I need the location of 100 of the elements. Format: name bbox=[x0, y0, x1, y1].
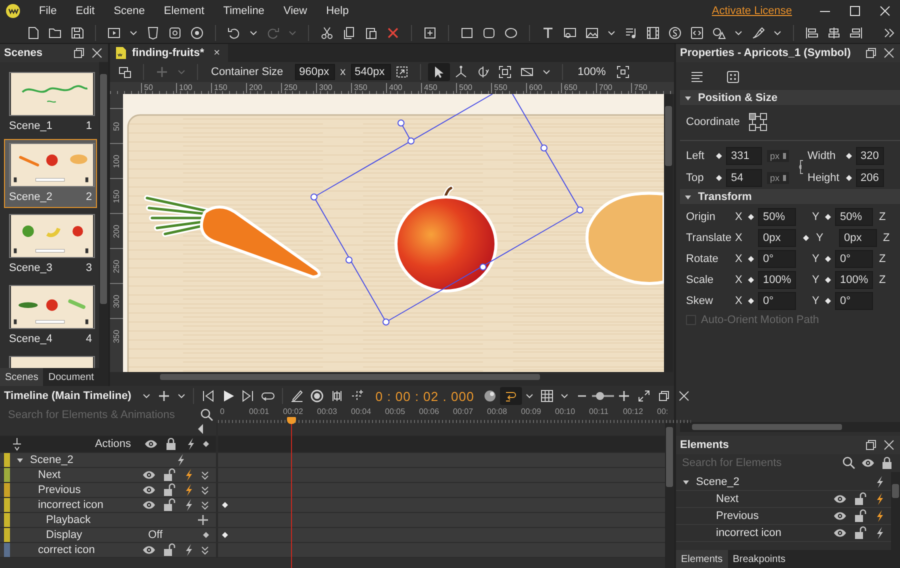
keyframe-icon[interactable] bbox=[844, 152, 853, 160]
scrollbar[interactable] bbox=[664, 94, 673, 372]
bubble-icon[interactable] bbox=[483, 389, 498, 403]
value-field[interactable]: 0px bbox=[758, 228, 796, 246]
menu-item[interactable]: File bbox=[32, 3, 64, 19]
value-field[interactable]: 50% bbox=[758, 208, 796, 226]
maximize-icon[interactable] bbox=[848, 4, 862, 18]
play-icon[interactable] bbox=[221, 389, 236, 403]
select-tool-button[interactable] bbox=[428, 63, 450, 81]
keyframe-icon[interactable] bbox=[715, 174, 723, 182]
cut-icon[interactable] bbox=[320, 26, 334, 40]
video-icon[interactable] bbox=[646, 26, 660, 40]
keyframe-icon[interactable] bbox=[824, 212, 832, 220]
keyframe-icon[interactable] bbox=[747, 296, 755, 304]
ellipse-tool-icon[interactable] bbox=[504, 26, 518, 40]
lock-icon[interactable] bbox=[162, 468, 176, 482]
layer-name[interactable]: Previous bbox=[38, 484, 81, 496]
music-list-icon[interactable] bbox=[624, 26, 638, 40]
sparkle-icon[interactable] bbox=[350, 389, 364, 403]
edit-icon[interactable] bbox=[290, 389, 304, 403]
lock-icon[interactable] bbox=[853, 492, 867, 506]
expand-triangle-icon[interactable] bbox=[682, 478, 690, 486]
layer-name[interactable]: Display bbox=[46, 529, 82, 541]
panel-tab[interactable]: Scenes bbox=[0, 368, 44, 386]
keyframe-icon[interactable] bbox=[824, 276, 832, 284]
close-tab-button[interactable]: × bbox=[212, 47, 222, 59]
save-icon[interactable] bbox=[70, 26, 84, 40]
undo-icon[interactable] bbox=[227, 26, 241, 40]
fit-size-icon[interactable] bbox=[394, 65, 409, 79]
unit-dropdown[interactable]: px bbox=[767, 172, 789, 184]
layout-view-icon[interactable] bbox=[726, 70, 740, 84]
menu-item[interactable]: View bbox=[276, 3, 314, 19]
layer-header[interactable]: Previous bbox=[0, 483, 218, 497]
restore-icon[interactable] bbox=[72, 46, 86, 60]
lock-icon[interactable] bbox=[853, 526, 867, 540]
panel-tab[interactable]: Breakpoints bbox=[728, 550, 790, 568]
paste-icon[interactable] bbox=[364, 26, 378, 40]
scrollbar[interactable] bbox=[99, 62, 108, 368]
close-icon[interactable] bbox=[677, 389, 692, 403]
rotate-tool-icon[interactable] bbox=[476, 65, 490, 79]
close-icon[interactable] bbox=[90, 46, 104, 60]
shield-icon[interactable] bbox=[146, 26, 160, 40]
add-icon[interactable] bbox=[157, 389, 172, 403]
preview-icon[interactable] bbox=[107, 26, 121, 40]
rounded-square-icon[interactable] bbox=[168, 26, 182, 40]
layer-header[interactable]: Playback bbox=[0, 513, 218, 527]
search-icon[interactable] bbox=[200, 408, 214, 422]
layer-name[interactable]: incorrect icon bbox=[38, 499, 104, 511]
menu-item[interactable]: Edit bbox=[68, 3, 102, 19]
image-icon[interactable] bbox=[585, 26, 599, 40]
search-icon[interactable] bbox=[842, 456, 856, 470]
lock-icon[interactable] bbox=[162, 498, 176, 512]
coin-icon[interactable] bbox=[668, 26, 682, 40]
expand-caret-icon[interactable] bbox=[200, 484, 210, 496]
copy-icon[interactable] bbox=[342, 26, 356, 40]
code-icon[interactable] bbox=[690, 26, 704, 40]
repeat-button[interactable] bbox=[500, 387, 522, 405]
fit-screen-icon[interactable] bbox=[616, 65, 630, 79]
panel-tab[interactable]: Elements bbox=[676, 550, 728, 568]
certificate-icon[interactable] bbox=[563, 26, 577, 40]
layer-name[interactable]: Scene_2 bbox=[30, 454, 74, 466]
value-field[interactable]: 0px bbox=[839, 228, 877, 246]
layer-header[interactable]: correct icon bbox=[0, 543, 218, 557]
lock-icon[interactable] bbox=[164, 437, 178, 451]
panel-tab[interactable]: Document bbox=[43, 368, 99, 386]
element-name[interactable]: Scene_2 bbox=[696, 476, 740, 488]
value-field[interactable]: 100% bbox=[835, 270, 873, 288]
section-title[interactable]: Transform bbox=[698, 190, 752, 202]
close-icon[interactable] bbox=[882, 438, 896, 452]
crop-tool-icon[interactable] bbox=[520, 65, 534, 79]
responsive-view-icon[interactable] bbox=[118, 65, 132, 79]
keyframe-icon[interactable] bbox=[844, 174, 853, 182]
element-name[interactable]: incorrect icon bbox=[716, 527, 782, 539]
zoom-in-icon[interactable] bbox=[617, 389, 632, 403]
width-field[interactable]: 960px bbox=[295, 64, 336, 80]
circle-dot-icon[interactable] bbox=[190, 26, 204, 40]
height-field[interactable]: 540px bbox=[350, 64, 391, 80]
scene-item[interactable]: Scene_1 1 bbox=[4, 68, 97, 137]
align-center-icon[interactable] bbox=[827, 26, 841, 40]
align-right-icon[interactable] bbox=[849, 26, 863, 40]
rounded-rectangle-tool-icon[interactable] bbox=[482, 26, 496, 40]
keyframe-icon[interactable] bbox=[802, 234, 810, 242]
lock-icon[interactable] bbox=[162, 483, 176, 497]
playhead[interactable] bbox=[287, 417, 296, 568]
layer-name[interactable]: Next bbox=[38, 469, 61, 481]
menu-item[interactable]: Help bbox=[319, 3, 356, 19]
scrollbar[interactable] bbox=[891, 472, 900, 550]
expand-caret-icon[interactable] bbox=[200, 469, 210, 481]
new-file-icon[interactable] bbox=[26, 26, 40, 40]
layer-header[interactable]: incorrect icon bbox=[0, 498, 218, 512]
layer-header[interactable]: Scene_2 bbox=[0, 453, 218, 467]
skip-to-end-icon[interactable] bbox=[241, 389, 256, 403]
restore-icon[interactable] bbox=[864, 438, 878, 452]
plus-box-icon[interactable] bbox=[423, 26, 437, 40]
scrollbar[interactable] bbox=[665, 423, 674, 568]
scrollbar[interactable] bbox=[680, 422, 900, 432]
value-field[interactable]: 0° bbox=[835, 250, 873, 268]
menu-item[interactable]: Scene bbox=[106, 3, 152, 19]
value-field[interactable]: 100% bbox=[758, 270, 796, 288]
keyframe-icon[interactable] bbox=[747, 254, 755, 262]
